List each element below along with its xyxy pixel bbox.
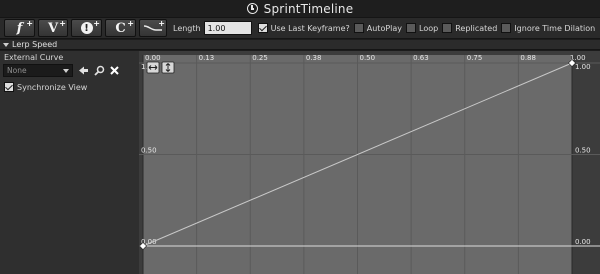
window-title: SprintTimeline xyxy=(263,1,354,16)
timeline-toolbar: f + V + ! + C + + Length 1.00 Use Last K… xyxy=(0,17,600,39)
zoom-to-fit-horizontal-button[interactable] xyxy=(146,61,160,74)
synchronize-view-label: Synchronize View xyxy=(17,82,88,92)
y-tick-label: 1.00 xyxy=(575,63,591,71)
y-tick-label: 0.00 xyxy=(575,238,591,246)
replicated-label: Replicated xyxy=(455,23,498,33)
plus-icon: + xyxy=(127,19,134,28)
autoplay-checkbox[interactable] xyxy=(353,23,364,33)
track-name: Lerp Speed xyxy=(12,40,58,49)
x-tick-label: 0.63 xyxy=(413,54,429,62)
track-properties-panel: External Curve None Synchronize View xyxy=(0,51,139,274)
zoom-to-fit-vertical-button[interactable] xyxy=(161,61,175,74)
x-tick-label: 0.38 xyxy=(306,54,322,62)
curve-editor-graph[interactable]: 0.00 0.13 0.25 0.38 0.50 0.63 0.75 0.88 1.00 1.0… xyxy=(139,51,600,274)
title-bar: SprintTimeline xyxy=(0,0,600,17)
y-tick-label: 0.50 xyxy=(141,147,157,155)
add-event-track-button[interactable]: ! + xyxy=(71,19,102,37)
collapse-arrow-icon[interactable] xyxy=(3,42,9,47)
track-header[interactable]: Lerp Speed xyxy=(0,40,600,50)
autoplay-option[interactable]: AutoPlay xyxy=(353,23,403,33)
synchronize-view-checkbox[interactable] xyxy=(4,82,14,92)
plus-icon: + xyxy=(59,19,66,28)
use-selected-curve-icon[interactable] xyxy=(78,65,89,76)
x-tick-label: 0.50 xyxy=(360,54,376,62)
x-tick-label: 0.00 xyxy=(145,54,161,62)
clear-curve-icon[interactable] xyxy=(109,65,120,76)
loop-checkbox[interactable] xyxy=(406,23,417,33)
x-tick-label: 0.75 xyxy=(467,54,483,62)
autoplay-label: AutoPlay xyxy=(366,23,403,33)
add-event-track-icon: ! xyxy=(80,22,93,34)
add-color-track-icon: C xyxy=(115,20,126,36)
x-tick-labels: 0.00 0.13 0.25 0.38 0.50 0.63 0.75 0.88 1.00 xyxy=(145,54,586,62)
browse-curve-icon[interactable] xyxy=(94,65,105,76)
synchronize-view-option[interactable]: Synchronize View xyxy=(4,82,87,92)
add-float-track-button[interactable]: f + xyxy=(4,19,35,37)
use-last-keyframe-option[interactable]: Use Last Keyframe? xyxy=(257,23,350,33)
ignore-time-dilation-checkbox[interactable] xyxy=(501,23,512,33)
plus-icon: + xyxy=(26,19,33,28)
add-color-track-button[interactable]: C + xyxy=(105,19,136,37)
use-last-keyframe-label: Use Last Keyframe? xyxy=(270,23,350,33)
add-external-curve-button[interactable]: + xyxy=(139,19,167,37)
y-tick-label: 0.50 xyxy=(575,147,591,155)
replicated-option[interactable]: Replicated xyxy=(442,23,497,33)
external-curve-value: None xyxy=(7,66,27,75)
plus-icon: + xyxy=(93,19,100,28)
clock-icon xyxy=(246,3,258,14)
ignore-time-dilation-label: Ignore Time Dilation xyxy=(514,23,596,33)
use-last-keyframe-checkbox[interactable] xyxy=(257,23,268,33)
external-curve-dropdown[interactable]: None xyxy=(3,64,73,77)
replicated-checkbox[interactable] xyxy=(442,23,453,33)
loop-option[interactable]: Loop xyxy=(406,23,438,33)
external-curve-label: External Curve xyxy=(4,53,64,62)
x-tick-label: 0.25 xyxy=(252,54,268,62)
plus-icon: + xyxy=(158,19,165,28)
loop-label: Loop xyxy=(419,23,439,33)
add-vector-track-button[interactable]: V + xyxy=(38,19,68,37)
chevron-down-icon xyxy=(63,69,69,73)
length-input[interactable]: 1.00 xyxy=(203,21,252,35)
add-vector-track-icon: V xyxy=(47,20,59,36)
x-tick-label: 0.13 xyxy=(199,54,215,62)
x-tick-label: 0.88 xyxy=(520,54,536,62)
length-label: Length xyxy=(173,23,201,33)
ignore-time-dilation-option[interactable]: Ignore Time Dilation xyxy=(501,23,595,33)
add-float-track-icon: f xyxy=(16,20,23,36)
